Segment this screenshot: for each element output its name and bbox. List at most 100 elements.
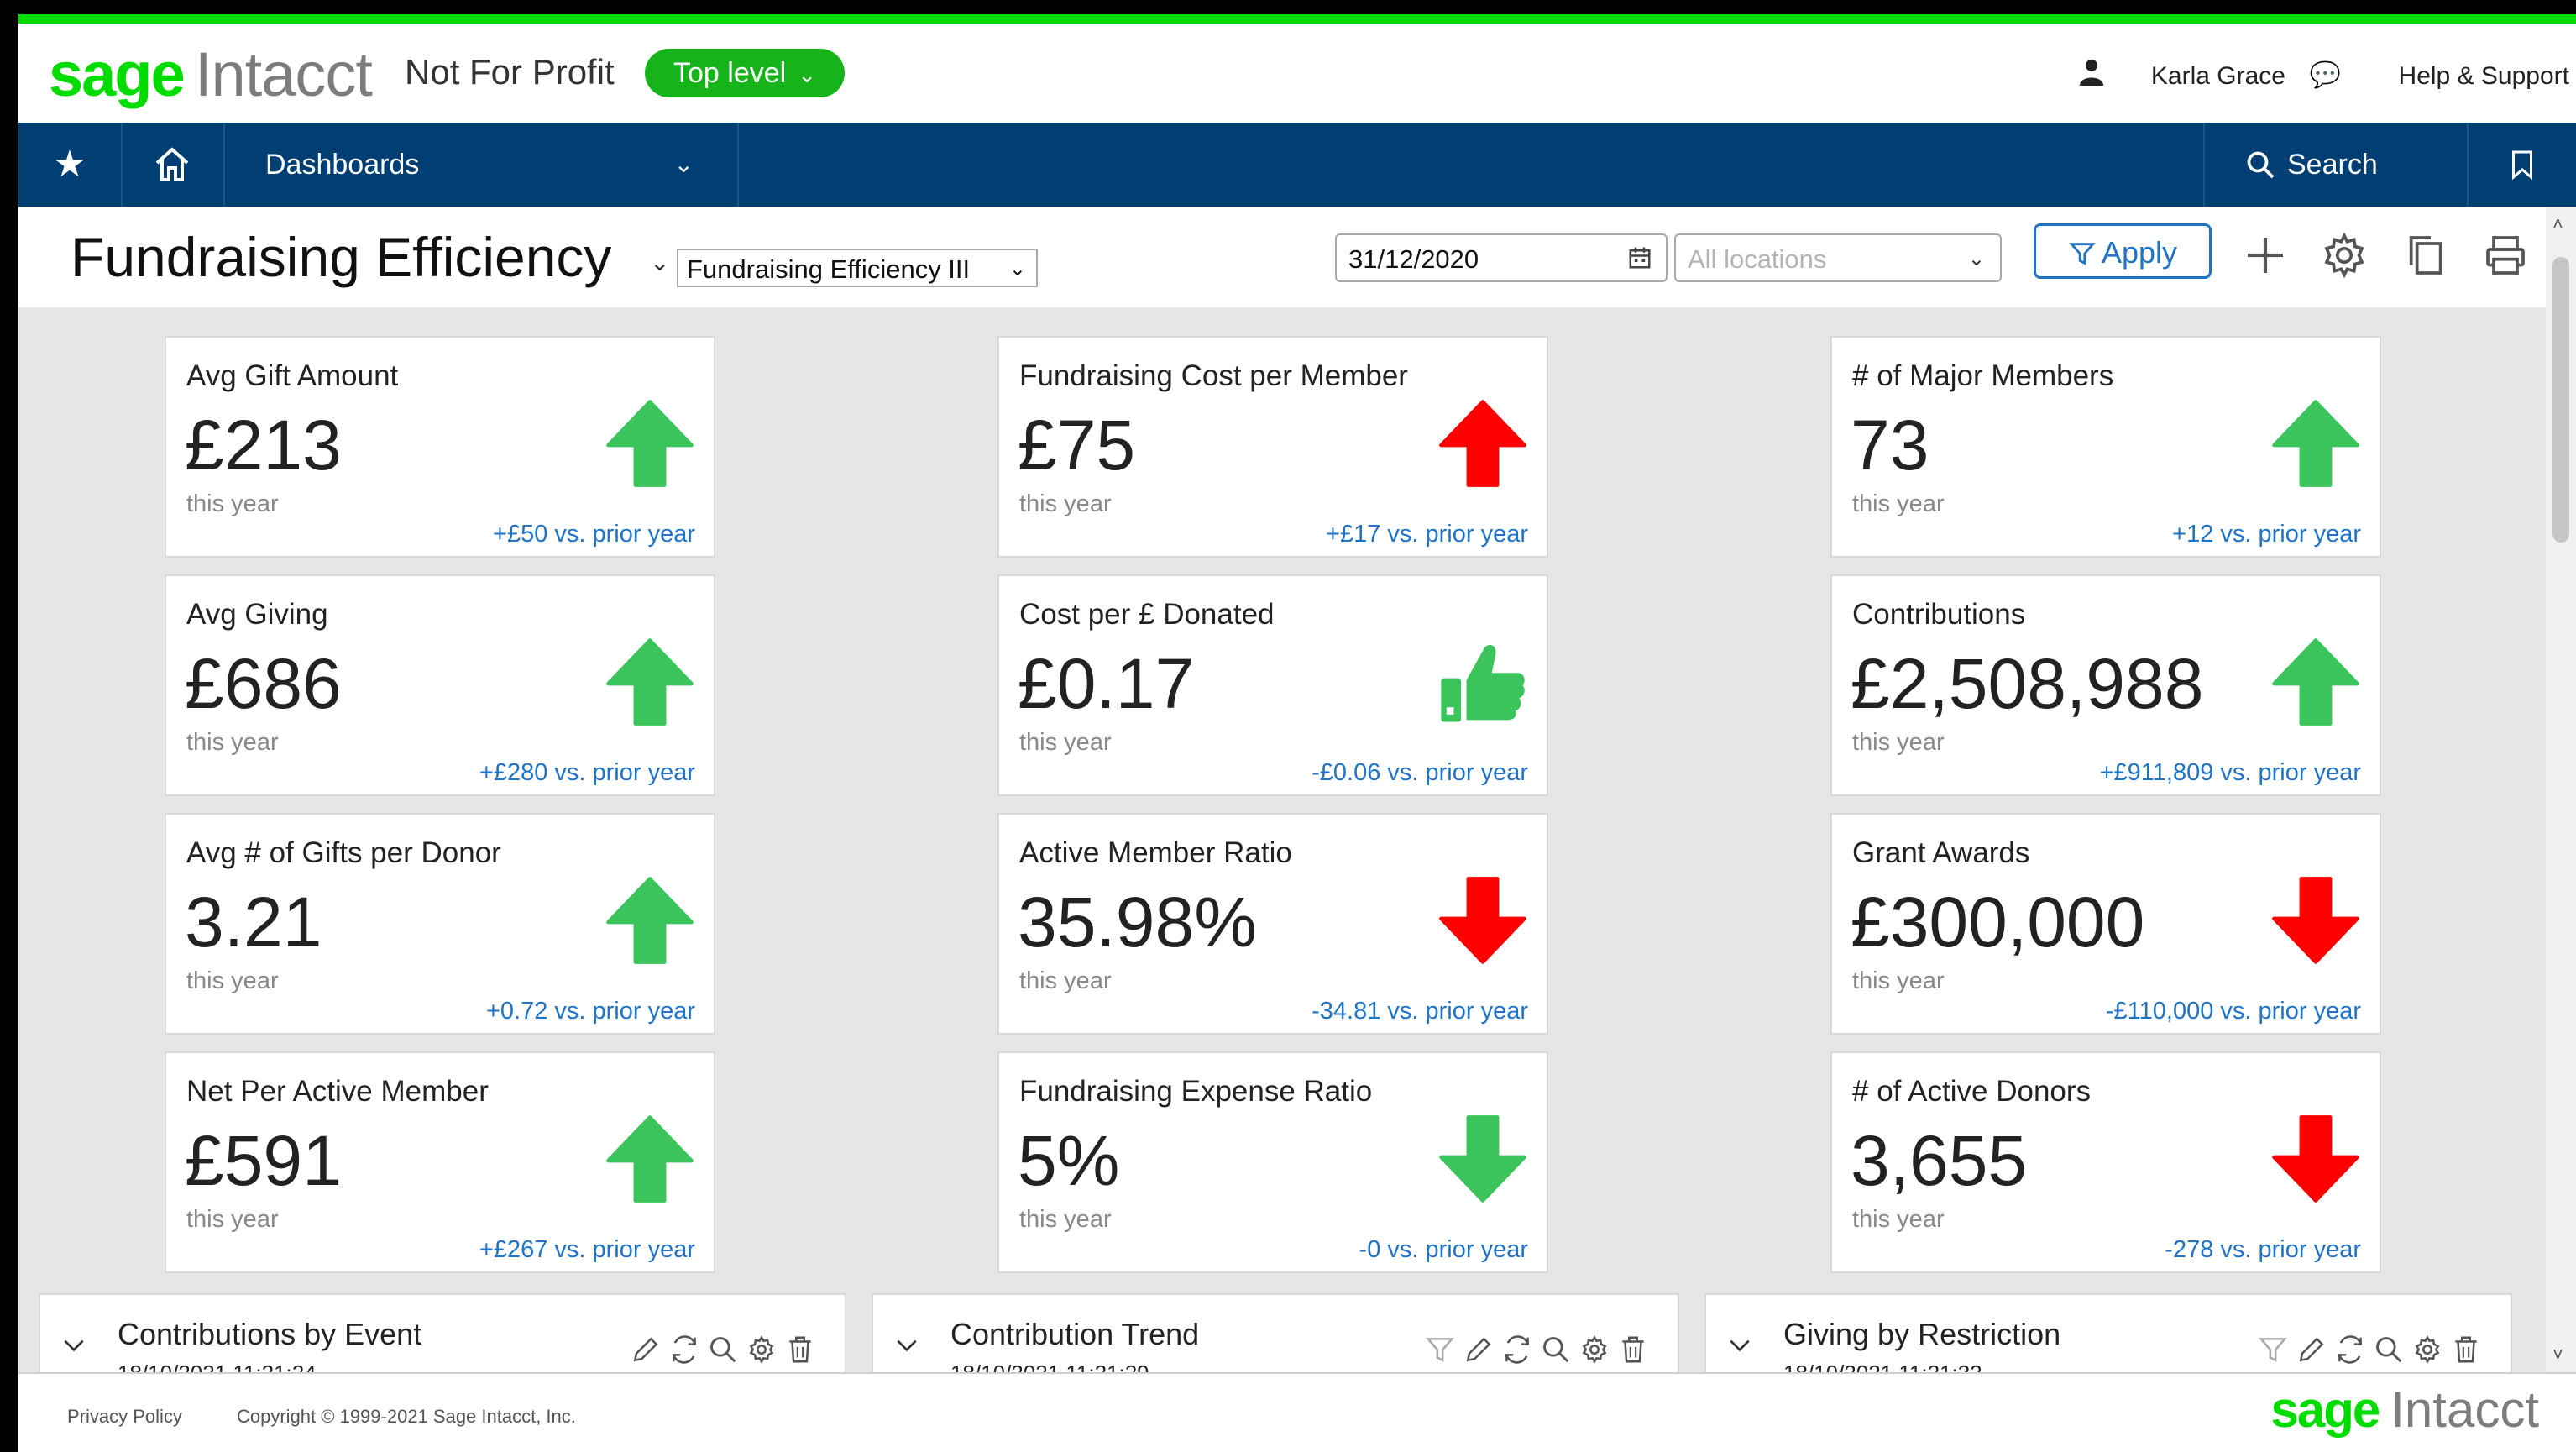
thumbs-up-icon [1441, 644, 1525, 722]
sage-logo[interactable]: sage [49, 39, 186, 110]
as-of-date-field[interactable]: 31/12/2020 [1335, 233, 1668, 282]
arrow-up-icon [1439, 400, 1526, 487]
kpi-card[interactable]: Fundraising Expense Ratio 5% this year -… [997, 1051, 1548, 1273]
entity-level-dropdown[interactable]: Top level ⌄ [645, 49, 845, 97]
kpi-card[interactable]: Net Per Active Member £591 this year +£2… [165, 1051, 715, 1273]
search-icon[interactable] [707, 1334, 739, 1366]
bookmark-button[interactable] [2467, 123, 2576, 207]
footer-logo-sage: sage [2270, 1381, 2380, 1438]
intacct-logo[interactable]: Intacct [195, 39, 373, 110]
kpi-period: this year [1852, 490, 1945, 517]
scroll-thumb[interactable] [2552, 257, 2569, 543]
kpi-card[interactable]: Avg Giving £686 this year +£280 vs. prio… [165, 574, 715, 796]
filter-icon[interactable] [1424, 1334, 1456, 1366]
gear-icon[interactable] [2411, 1334, 2443, 1366]
collapse-chevron-icon[interactable] [1726, 1332, 1753, 1359]
panel-title: Giving by Restriction [1783, 1317, 2061, 1351]
kpi-value: £300,000 [1851, 883, 2145, 962]
kpi-value: 5% [1018, 1121, 1120, 1200]
add-icon[interactable] [2242, 232, 2289, 279]
kpi-delta-link[interactable]: +0.72 vs. prior year [486, 998, 695, 1025]
kpi-delta-link[interactable]: -0 vs. prior year [1359, 1236, 1528, 1264]
delete-trash-icon[interactable] [784, 1334, 816, 1366]
kpi-delta-link[interactable]: +£267 vs. prior year [479, 1236, 695, 1264]
kpi-card[interactable]: Cost per £ Donated £0.17 this year -£0.0… [997, 574, 1548, 796]
user-name[interactable]: Karla Grace [2151, 62, 2285, 91]
kpi-period: this year [186, 967, 279, 994]
apply-label: Apply [2101, 235, 2178, 270]
collapse-chevron-icon[interactable] [60, 1332, 87, 1359]
kpi-delta-link[interactable]: -34.81 vs. prior year [1312, 998, 1528, 1025]
chevron-down-icon: ⌄ [673, 151, 694, 177]
kpi-delta-link[interactable]: +12 vs. prior year [2172, 521, 2361, 548]
kpi-delta-link[interactable]: +£50 vs. prior year [493, 521, 695, 548]
location-select[interactable]: All locations ⌄ [1674, 233, 2002, 282]
search-button[interactable]: Search [2203, 123, 2467, 207]
kpi-card[interactable]: Contributions £2,508,988 this year +£911… [1830, 574, 2381, 796]
kpi-delta-link[interactable]: -£110,000 vs. prior year [2106, 998, 2361, 1025]
kpi-card[interactable]: # of Active Donors 3,655 this year -278 … [1830, 1051, 2381, 1273]
panel-actions [623, 1334, 816, 1367]
kpi-delta-link[interactable]: +£280 vs. prior year [479, 759, 695, 787]
search-label: Search [2287, 149, 2378, 181]
scrollbar[interactable]: ˄ ˅ [2546, 207, 2576, 1372]
scroll-up-icon[interactable]: ˄ [2552, 213, 2563, 235]
kpi-card[interactable]: # of Major Members 73 this year +12 vs. … [1830, 336, 2381, 558]
chevron-down-icon[interactable]: ⌄ [650, 249, 669, 276]
kpi-period: this year [1852, 967, 1945, 994]
footer-logo: sage Intacct [2270, 1381, 2539, 1439]
chat-icon[interactable]: 💬 [2310, 60, 2341, 90]
copy-icon[interactable] [2401, 232, 2448, 279]
filter-icon[interactable] [2257, 1334, 2289, 1366]
kpi-card[interactable]: Active Member Ratio 35.98% this year -34… [997, 813, 1548, 1035]
help-support-link[interactable]: Help & Support [2399, 62, 2569, 91]
edit-pencil-icon[interactable] [1463, 1334, 1495, 1366]
print-icon[interactable] [2482, 232, 2529, 279]
delete-trash-icon[interactable] [2450, 1334, 2482, 1366]
kpi-delta-link[interactable]: +£911,809 vs. prior year [2100, 759, 2361, 787]
scroll-down-icon[interactable]: ˅ [2552, 1344, 2563, 1366]
kpi-card[interactable]: Grant Awards £300,000 this year -£110,00… [1830, 813, 2381, 1035]
user-icon [2079, 59, 2104, 86]
kpi-period: this year [1019, 490, 1112, 517]
refresh-icon[interactable] [2334, 1334, 2366, 1366]
collapse-chevron-icon[interactable] [893, 1332, 920, 1359]
kpi-title: Grant Awards [1852, 836, 2030, 869]
dashboard-select[interactable]: Fundraising Efficiency III ⌄ [677, 249, 1038, 287]
delete-trash-icon[interactable] [1617, 1334, 1649, 1366]
kpi-title: Net Per Active Member [186, 1075, 489, 1108]
calendar-icon[interactable] [1627, 245, 1652, 270]
bookmark-icon [2512, 150, 2532, 181]
gear-icon[interactable] [746, 1334, 778, 1366]
gear-icon[interactable] [1579, 1334, 1610, 1366]
search-icon[interactable] [1540, 1334, 1572, 1366]
favorites-star-icon[interactable]: ★ [18, 123, 123, 207]
search-icon[interactable] [2373, 1334, 2405, 1366]
apply-button[interactable]: Apply [2034, 223, 2212, 279]
main-nav: ★ Dashboards ⌄ Search [18, 123, 2576, 207]
arrow-down-icon [1439, 1115, 1526, 1203]
page-title: Fundraising Efficiency [71, 226, 612, 288]
brand-stripe [18, 14, 2576, 24]
kpi-card[interactable]: Fundraising Cost per Member £75 this yea… [997, 336, 1548, 558]
refresh-icon[interactable] [668, 1334, 700, 1366]
edit-pencil-icon[interactable] [630, 1334, 662, 1366]
arrow-down-icon [2272, 877, 2359, 964]
kpi-value: £686 [185, 644, 342, 723]
kpi-title: Avg Gift Amount [186, 359, 399, 392]
kpi-delta-link[interactable]: +£17 vs. prior year [1326, 521, 1528, 548]
gear-icon[interactable] [2321, 232, 2368, 279]
refresh-icon[interactable] [1501, 1334, 1533, 1366]
panel-title: Contributions by Event [118, 1317, 422, 1351]
edit-pencil-icon[interactable] [2296, 1334, 2327, 1366]
privacy-policy-link[interactable]: Privacy Policy [67, 1406, 182, 1428]
filter-icon [2069, 243, 2096, 265]
kpi-card[interactable]: Avg # of Gifts per Donor 3.21 this year … [165, 813, 715, 1035]
kpi-delta-link[interactable]: -278 vs. prior year [2165, 1236, 2361, 1264]
home-button[interactable] [121, 123, 225, 207]
panel-timestamp: 18/10/2021 11:21:32 [1783, 1360, 1982, 1372]
kpi-title: Fundraising Expense Ratio [1019, 1075, 1373, 1108]
kpi-card[interactable]: Avg Gift Amount £213 this year +£50 vs. … [165, 336, 715, 558]
dashboards-menu[interactable]: Dashboards ⌄ [223, 123, 739, 207]
kpi-delta-link[interactable]: -£0.06 vs. prior year [1312, 759, 1528, 787]
